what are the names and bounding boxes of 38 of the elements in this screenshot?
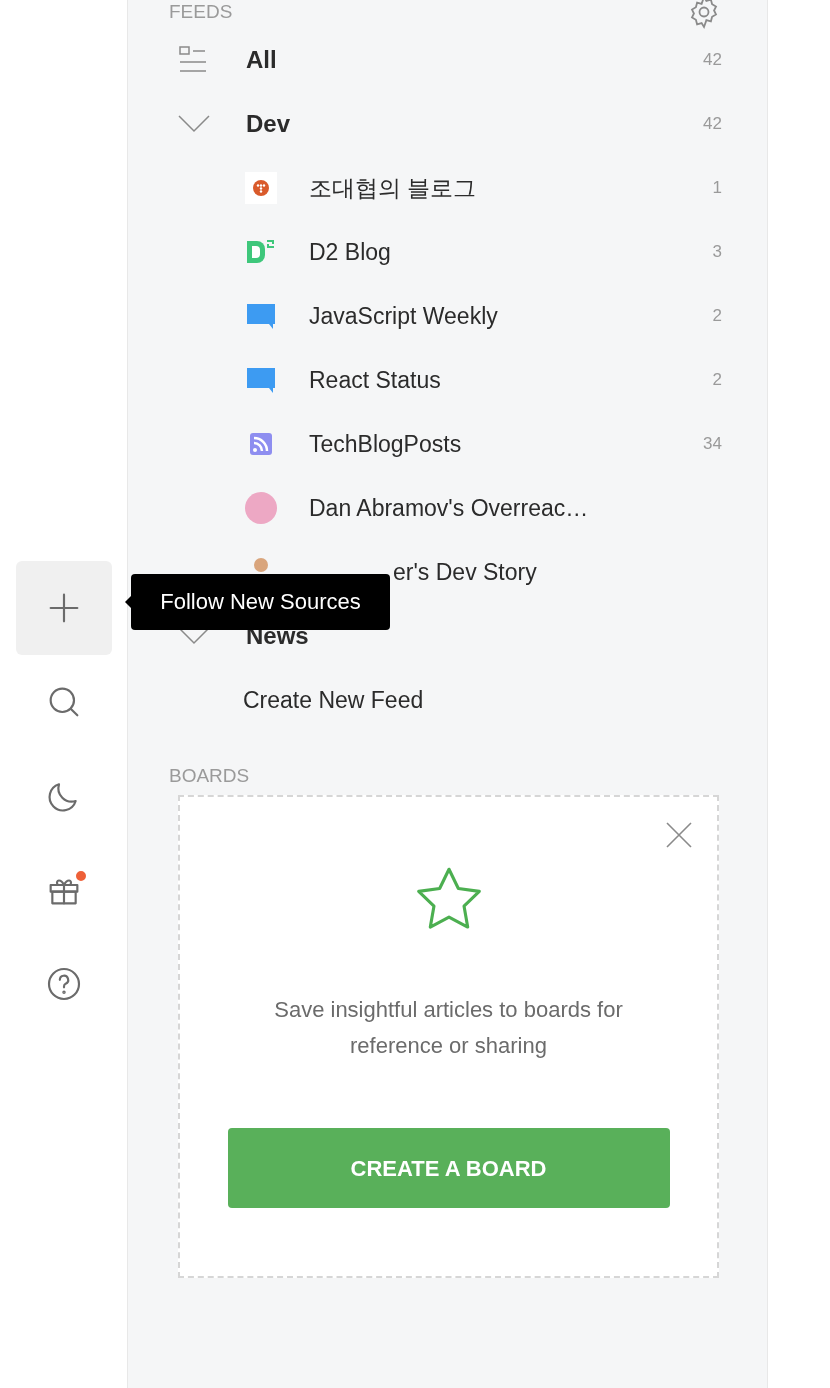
feed-label: TechBlogPosts <box>309 429 462 459</box>
section-heading: FEEDS <box>169 0 233 24</box>
unread-count: 2 <box>712 305 722 328</box>
feed-label: Dan Abramov's Overreac… <box>309 493 589 523</box>
boards-description: Save insightful articles to boards for reference or sharing <box>273 996 624 1060</box>
feed-label: er's Dev Story <box>393 557 537 587</box>
unread-count: 1 <box>712 177 722 200</box>
feed-label: All <box>246 45 278 75</box>
feed-row[interactable]: React Status 2 <box>169 348 722 412</box>
avatar-icon <box>245 492 277 524</box>
unread-count: 42 <box>703 113 722 136</box>
feed-label: D2 Blog <box>309 237 391 267</box>
feed-row[interactable]: Dev 42 <box>169 92 722 156</box>
feed-row[interactable]: All 42 <box>169 28 722 92</box>
unread-count: 42 <box>703 49 722 72</box>
tooltip-text: Follow New Sources <box>160 589 361 615</box>
chevron-down-icon <box>178 115 210 133</box>
create-feed-link[interactable]: Create New Feed <box>169 668 722 732</box>
feed-label: React Status <box>309 365 441 395</box>
section-heading: BOARDS <box>169 764 251 788</box>
unread-count: 2 <box>712 369 722 392</box>
feed-row[interactable]: JavaScript Weekly 2 <box>169 284 722 348</box>
unread-count: 3 <box>712 241 722 264</box>
feed-row[interactable]: TechBlogPosts 34 <box>169 412 722 476</box>
list-icon <box>178 45 208 75</box>
feed-label: JavaScript Weekly <box>309 301 498 331</box>
unread-count: 34 <box>703 433 722 456</box>
feed-label: News <box>246 621 310 651</box>
star-icon <box>414 866 483 932</box>
feed-row[interactable]: 조대협의 블로그 1 <box>169 156 722 220</box>
feed-label: 조대협의 블로그 <box>309 173 477 203</box>
chevron-down-icon <box>178 627 210 645</box>
feed-row[interactable]: Dan Abramov's Overreac… <box>169 476 722 540</box>
avatar-icon <box>254 558 268 572</box>
feed-label: Dev <box>246 109 292 139</box>
feed-row[interactable]: D2 Blog 3 <box>169 220 722 284</box>
close-icon[interactable] <box>665 821 693 849</box>
feed-favicon-icon <box>245 172 277 204</box>
